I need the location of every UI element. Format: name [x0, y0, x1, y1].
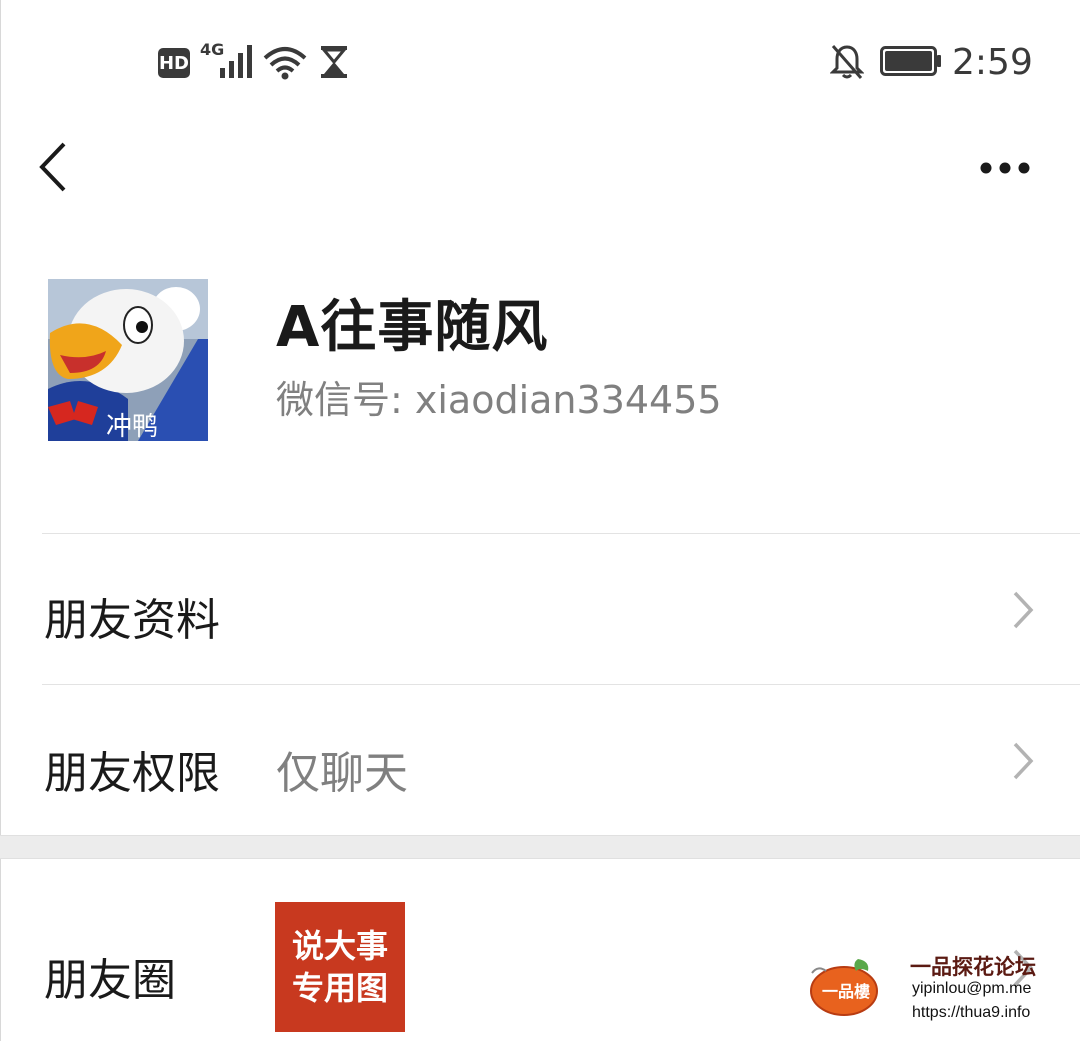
friend-permission-value: 仅聊天 — [276, 748, 408, 799]
hourglass-icon — [320, 46, 348, 78]
watermark-logo: 一品樓 — [810, 959, 878, 1016]
chevron-right-icon — [1013, 742, 1034, 780]
avatar[interactable]: 冲鸭 — [48, 279, 208, 441]
signal-icon — [220, 45, 252, 78]
wifi-icon — [263, 47, 307, 80]
watermark-logo-text: 一品樓 — [822, 982, 870, 1001]
watermark-url: https://thua9.info — [912, 1004, 1031, 1021]
moments-thumbnail[interactable]: 说大事 专用图 — [275, 902, 405, 1032]
status-bar: HD 4G 2:59 — [0, 0, 1080, 125]
friend-permission-label: 朋友权限 — [44, 748, 220, 799]
friend-permission-row[interactable]: 朋友权限 仅聊天 — [0, 685, 1080, 835]
hd-icon: HD — [158, 48, 190, 78]
more-dots-icon[interactable] — [978, 158, 1034, 178]
clock-time: 2:59 — [952, 42, 1033, 83]
bell-muted-icon — [830, 45, 864, 79]
battery-icon — [880, 46, 941, 76]
friend-info-label: 朋友资料 — [44, 595, 220, 646]
donald-duck-avatar-image: 冲鸭 — [48, 279, 208, 441]
watermark-email: yipinlou@pm.me — [912, 980, 1032, 997]
wechat-id: 微信号: xiaodian334455 — [276, 378, 722, 422]
watermark-title: 一品探花论坛 — [910, 955, 1036, 979]
moments-label: 朋友圈 — [44, 955, 176, 1006]
friend-info-row[interactable]: 朋友资料 — [0, 534, 1080, 684]
section-separator — [0, 835, 1080, 859]
thumb-line-2: 专用图 — [291, 969, 388, 1007]
thumb-line-1: 说大事 — [291, 927, 388, 965]
back-chevron-icon[interactable] — [38, 140, 78, 194]
chevron-right-icon — [1013, 591, 1034, 629]
avatar-caption: 冲鸭 — [106, 412, 158, 441]
contact-name: A往事随风 — [276, 295, 549, 360]
